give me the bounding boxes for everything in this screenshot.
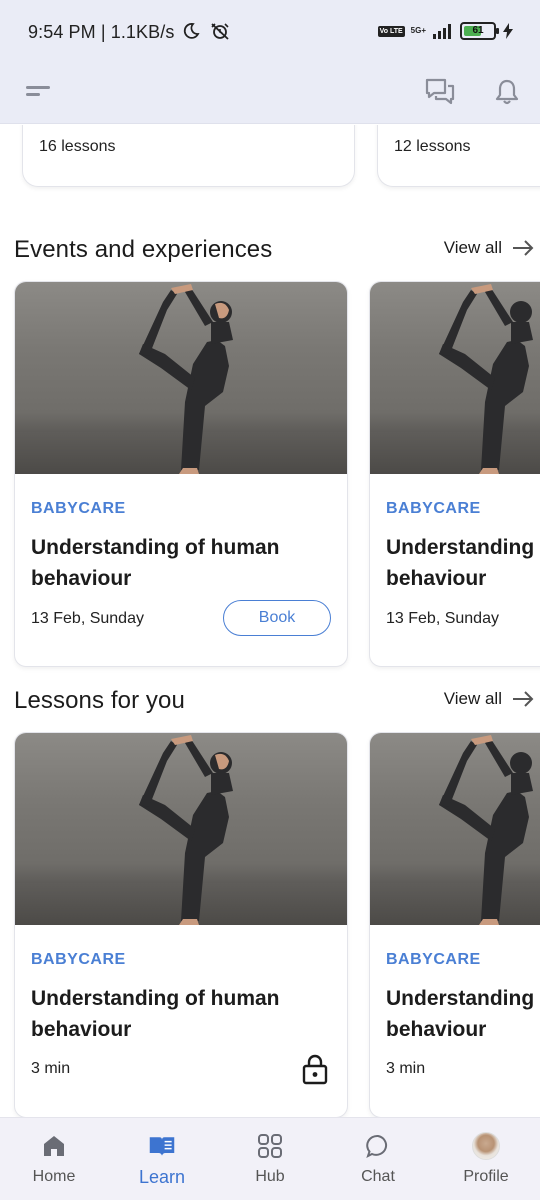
- status-time: 9:54 PM | 1.1KB/s: [28, 21, 231, 43]
- nav-hub[interactable]: Hub: [216, 1118, 324, 1200]
- event-category: BABYCARE: [31, 500, 126, 517]
- lesson-category: BABYCARE: [31, 951, 126, 968]
- view-all-label: View all: [443, 689, 502, 708]
- events-section-header: Events and experiences View all: [14, 232, 540, 268]
- lesson-title: Understanding of human behaviour: [386, 987, 540, 1041]
- arrow-right-icon: [513, 240, 534, 256]
- nav-label: Chat: [361, 1168, 395, 1185]
- signal-icon: [433, 24, 451, 39]
- status-indicators: Vo LTE 5G+ 61: [377, 20, 514, 42]
- course-card[interactable]: 12 lessons: [377, 125, 540, 187]
- app-header: [0, 64, 540, 124]
- yoga-figure: [439, 284, 533, 474]
- status-bar: 9:54 PM | 1.1KB/s Vo LTE 5G+ 61: [0, 0, 540, 64]
- event-title: Understanding of human behaviour: [386, 536, 540, 590]
- moon-icon: [183, 23, 200, 39]
- course-lesson-count: 16 lessons: [39, 138, 116, 155]
- event-date: 13 Feb, Sunday: [386, 610, 499, 627]
- network-type: 5G+: [410, 26, 426, 35]
- bell-icon[interactable]: [487, 72, 527, 112]
- arrow-right-icon: [513, 691, 534, 707]
- event-card[interactable]: BABYCARE Understanding of human behaviou…: [369, 281, 540, 667]
- profile-avatar: [472, 1132, 500, 1160]
- charging-icon: [503, 23, 513, 39]
- home-icon: [40, 1132, 68, 1160]
- menu-icon[interactable]: [22, 78, 58, 110]
- yoga-image: [370, 733, 540, 925]
- learn-feed[interactable]: 16 lessons 12 lessons Events and experie…: [0, 125, 540, 1117]
- lesson-duration: 3 min: [31, 1060, 71, 1077]
- bottom-navigation: Home Learn Hub Chat Profile: [0, 1117, 540, 1200]
- section-title: Lessons for you: [14, 687, 185, 714]
- lesson-category: BABYCARE: [386, 951, 481, 968]
- lesson-card[interactable]: BABYCARE Understanding of human behaviou…: [369, 732, 540, 1117]
- view-all-label: View all: [443, 238, 502, 257]
- nav-label: Hub: [255, 1168, 285, 1185]
- lock-icon: [302, 1054, 328, 1085]
- battery-icon: 61: [460, 22, 499, 40]
- nav-profile[interactable]: Profile: [432, 1118, 540, 1200]
- nav-label: Learn: [138, 1167, 186, 1187]
- events-view-all-link[interactable]: View all: [444, 238, 534, 258]
- yoga-image: [370, 282, 540, 474]
- event-category: BABYCARE: [386, 500, 481, 517]
- battery-percent: 61: [472, 25, 484, 36]
- grid-icon: [256, 1132, 284, 1160]
- menu-icon-line: [26, 93, 40, 96]
- course-card[interactable]: 16 lessons: [22, 125, 355, 187]
- chat-bubbles-icon[interactable]: [420, 72, 460, 112]
- lessons-view-all-link[interactable]: View all: [444, 689, 534, 709]
- menu-icon-line: [26, 86, 50, 89]
- course-lesson-count: 12 lessons: [394, 138, 471, 155]
- lesson-card[interactable]: BABYCARE Understanding of human behaviou…: [14, 732, 348, 1117]
- alarm-off-icon: [211, 23, 229, 40]
- book-icon: [148, 1132, 176, 1160]
- nav-label: Profile: [463, 1168, 509, 1185]
- event-card[interactable]: BABYCARE Understanding of human behaviou…: [14, 281, 348, 667]
- nav-label: Home: [32, 1168, 76, 1185]
- avatar: [472, 1132, 500, 1160]
- volte-badge: Vo LTE: [377, 25, 405, 37]
- chat-icon: [364, 1132, 392, 1160]
- lessons-section-header: Lessons for you View all: [14, 683, 540, 719]
- nav-chat[interactable]: Chat: [324, 1118, 432, 1200]
- section-title: Events and experiences: [14, 236, 273, 263]
- yoga-image: [15, 282, 347, 474]
- yoga-image: [15, 733, 347, 925]
- yoga-figure: [439, 735, 533, 925]
- lesson-duration: 3 min: [386, 1060, 426, 1077]
- yoga-figure: [139, 284, 233, 474]
- nav-home[interactable]: Home: [0, 1118, 108, 1200]
- nav-learn[interactable]: Learn: [108, 1118, 216, 1200]
- event-title: Understanding of human behaviour: [31, 536, 280, 590]
- yoga-figure: [139, 735, 233, 925]
- book-button[interactable]: Book: [223, 600, 331, 636]
- lesson-title: Understanding of human behaviour: [31, 987, 280, 1041]
- event-date: 13 Feb, Sunday: [31, 610, 144, 627]
